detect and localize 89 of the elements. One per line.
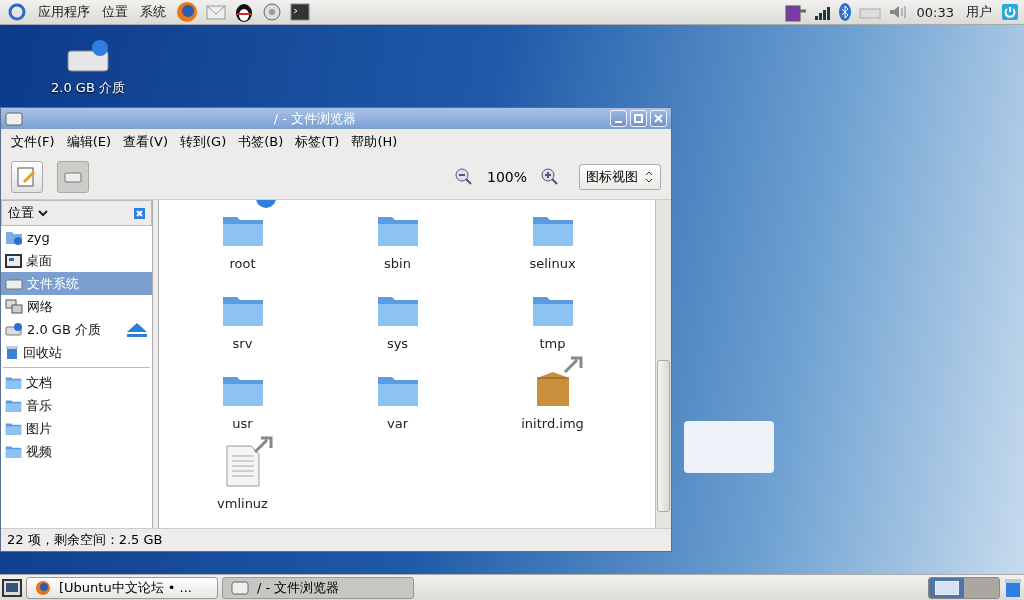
zoom-level: 100% (486, 169, 527, 185)
battery-icon (784, 2, 807, 22)
sidebar-item[interactable]: 2.0 GB 介质 (1, 318, 152, 341)
minimize-button[interactable] (610, 110, 627, 127)
link-arrow-icon (252, 434, 273, 454)
menu-item[interactable]: 书签(B) (232, 133, 290, 151)
drive-icon (231, 580, 249, 595)
browser-icon (35, 579, 51, 596)
view-select[interactable]: 图标视图 (579, 164, 661, 190)
file-name[interactable]: usr (232, 416, 253, 431)
close-icon (654, 114, 663, 123)
file-name[interactable]: sys (386, 336, 409, 351)
edit-location-button[interactable] (11, 161, 43, 193)
taskbar-button[interactable]: [Ubuntu中文论坛 • ... (26, 576, 218, 599)
signal-icon (814, 4, 831, 20)
drive-icon (5, 277, 23, 290)
menu-item[interactable]: 编辑(E) (60, 133, 117, 151)
file-name[interactable]: srv (232, 336, 253, 351)
close-icon[interactable] (134, 207, 145, 219)
document-icon (224, 444, 261, 488)
drive-icon (64, 171, 82, 183)
sidebar-header-label[interactable]: 位置 (8, 204, 34, 222)
menu-item[interactable]: 转到(G) (174, 133, 233, 151)
window-thumbnail-icon (934, 580, 959, 595)
usb-drive-icon[interactable] (66, 39, 110, 73)
drive-icon (5, 111, 23, 126)
panel-menu[interactable]: 应用程序 (36, 3, 92, 21)
terminal-icon[interactable] (290, 3, 310, 21)
user-menu[interactable]: 用户 (964, 3, 994, 21)
browser-icon[interactable] (176, 1, 198, 23)
show-desktop-icon[interactable] (2, 578, 22, 597)
drive-button[interactable] (57, 161, 89, 193)
menu-item[interactable]: 查看(V) (117, 133, 175, 151)
sidebar-item[interactable]: 音乐 (1, 394, 152, 417)
emblem-icon (254, 200, 277, 208)
maximize-icon (634, 114, 643, 123)
taskbar-button[interactable]: / - 文件浏览器 (222, 576, 414, 599)
zoom-in-icon[interactable] (541, 168, 559, 186)
panel-menu[interactable]: 位置 (100, 3, 130, 21)
eject-icon[interactable] (126, 321, 148, 338)
penguin-icon[interactable] (234, 1, 254, 23)
network-icon (5, 298, 23, 315)
folder-icon (5, 375, 22, 390)
trash-icon (5, 345, 19, 360)
panel-menu[interactable]: 系统 (138, 3, 168, 21)
menu-item[interactable]: 标签(T) (289, 133, 346, 151)
file-name[interactable]: selinux (529, 256, 576, 271)
chevron-down-icon[interactable] (38, 209, 48, 217)
status-bar: 22 项，剩余空间：2.5 GB (1, 528, 671, 551)
sidebar-item[interactable]: 网络 (1, 295, 152, 318)
home-folder-icon (5, 230, 23, 245)
sidebar-item[interactable]: zyg (1, 226, 152, 249)
workspace[interactable] (929, 577, 964, 598)
sidebar-item[interactable]: 图片 (1, 417, 152, 440)
file-name[interactable]: vmlinuz (217, 496, 268, 511)
file-name[interactable]: initrd.img (521, 416, 584, 431)
window-title: / - 文件浏览器 (272, 109, 358, 128)
file-name[interactable]: sbin (384, 256, 411, 271)
menu-item[interactable]: 帮助(H) (345, 133, 404, 151)
link-arrow-icon (562, 354, 583, 374)
zoom-out-icon[interactable] (454, 168, 473, 186)
keyboard-icon (858, 5, 881, 19)
file-name[interactable]: tmp (539, 336, 566, 351)
logo-icon[interactable] (6, 1, 28, 23)
trash-icon[interactable] (1004, 577, 1022, 598)
sidebar-item[interactable]: 桌面 (1, 249, 152, 272)
minimize-icon (614, 120, 623, 123)
desktop-icon-label[interactable]: 2.0 GB 介质 (51, 79, 125, 97)
volume-icon (888, 5, 907, 19)
bluetooth-icon (838, 3, 851, 21)
clock[interactable]: 00:33 (914, 4, 956, 20)
menu-item[interactable]: 文件(F) (5, 133, 61, 151)
maximize-button[interactable] (630, 110, 647, 127)
folder-icon (5, 444, 22, 459)
folder-icon (5, 421, 22, 436)
sidebar-item[interactable]: 视频 (1, 440, 152, 463)
sidebar-item[interactable]: 回收站 (1, 341, 152, 364)
folder-icon (5, 398, 22, 413)
updown-icon (644, 170, 654, 184)
power-icon[interactable] (1002, 4, 1018, 20)
pencil-note-icon (16, 166, 38, 188)
usb-drive-icon (5, 322, 23, 337)
file-name[interactable]: var (387, 416, 408, 431)
package-icon (534, 370, 571, 408)
desktop-icon (5, 253, 22, 268)
file-name[interactable]: root (229, 256, 256, 271)
sidebar-item[interactable]: 文档 (1, 371, 152, 394)
scrollbar[interactable] (655, 200, 671, 528)
close-button[interactable] (650, 110, 667, 127)
